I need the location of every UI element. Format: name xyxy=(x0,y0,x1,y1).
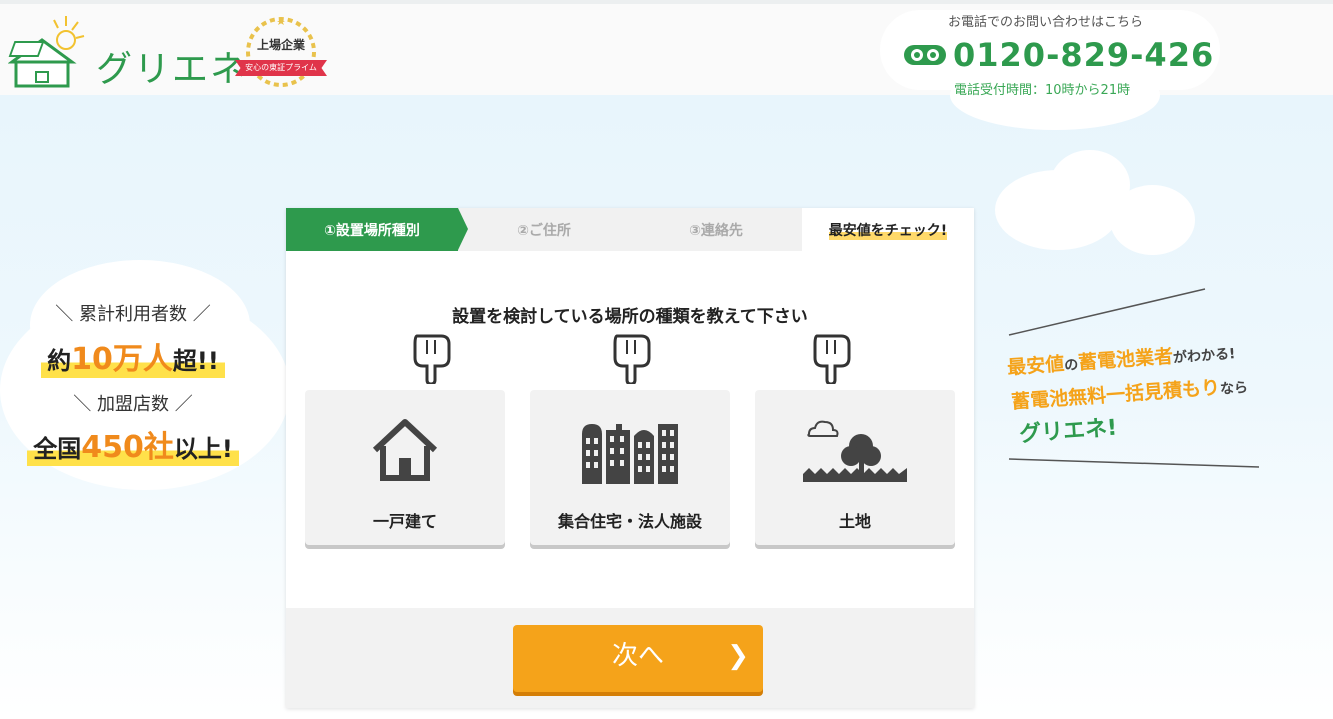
badge-ribbon: 安心の東証プライム xyxy=(235,60,327,76)
step-2: ②ご住所 xyxy=(517,222,571,239)
next-button[interactable]: 次へ ❯ xyxy=(513,625,763,692)
chevron-right-icon: ❯ xyxy=(727,641,749,671)
cloud-decoration xyxy=(1110,185,1195,255)
listed-company-badge: 上場企業 安心の東証プライム xyxy=(233,16,329,90)
option-apartment-corporate[interactable]: 集合住宅・法人施設 xyxy=(530,390,730,545)
buildings-icon xyxy=(582,424,678,484)
option-label: 土地 xyxy=(838,512,871,531)
promo-line-3: グリエネ! xyxy=(1018,415,1118,448)
pointing-hand-icon xyxy=(413,334,451,384)
logo-text[interactable]: グリエネ xyxy=(96,40,248,92)
form-footer: 次へ ❯ xyxy=(286,608,974,708)
laurel-wreath-icon xyxy=(246,17,316,87)
stores-label: ＼ 加盟店数 ／ xyxy=(73,394,193,415)
users-label: ＼ 累計利用者数 ／ xyxy=(55,304,211,325)
step-indicator: ①設置場所種別 ②ご住所 ③連絡先 最安値をチェック! xyxy=(286,208,974,251)
stores-count: 全国450社以上! xyxy=(27,422,239,466)
option-label: 集合住宅・法人施設 xyxy=(557,512,702,531)
freedial-icon xyxy=(904,45,946,65)
step-3: ③連絡先 xyxy=(689,222,743,239)
option-detached-house[interactable]: 一戸建て xyxy=(305,390,505,545)
step-final: 最安値をチェック! xyxy=(802,208,974,251)
land-icon xyxy=(803,420,907,482)
next-button-label: 次へ xyxy=(611,641,664,671)
question-text: 設置を検討している場所の種類を教えて下さい xyxy=(452,307,808,327)
promo-advert: 最安値の蓄電池業者がわかる! 蓄電池無料一括見積もりなら グリエネ! xyxy=(1005,285,1325,475)
house-icon xyxy=(372,419,438,481)
option-label: 一戸建て xyxy=(372,512,437,531)
phone-number-overlay[interactable]: 0120-829-426 xyxy=(953,36,1214,74)
option-land[interactable]: 土地 xyxy=(755,390,955,545)
pointing-hand-icon xyxy=(813,334,851,384)
users-count: 約10万人超!! xyxy=(41,334,225,378)
pointing-hand-icon xyxy=(613,334,651,384)
solar-house-logo-icon[interactable] xyxy=(8,12,88,90)
badge-title: 上場企業 xyxy=(256,38,305,52)
phone-note-overlay: お電話でのお問い合わせはこちら xyxy=(948,15,1144,30)
phone-hours-overlay: 電話受付時間：10時から21時 xyxy=(954,83,1131,98)
stats-advert: ＼ 累計利用者数 ／ 約10万人超!! ＼ 加盟店数 ／ 全国450社以上! xyxy=(18,300,248,480)
estimate-form: ①設置場所種別 ②ご住所 ③連絡先 最安値をチェック! 設置を検討している場所の… xyxy=(286,208,974,708)
step-1: ①設置場所種別 xyxy=(286,208,468,251)
